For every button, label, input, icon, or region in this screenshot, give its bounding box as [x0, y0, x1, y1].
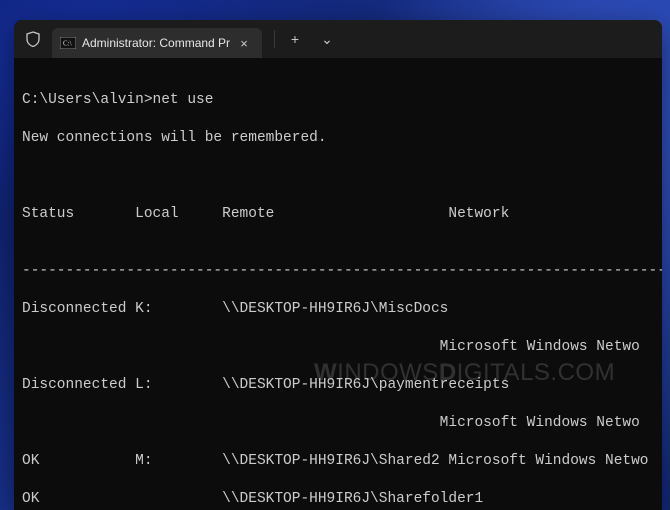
tab-actions: + ⌄ — [272, 25, 341, 53]
command: net use — [153, 92, 214, 108]
output-line: New connections will be remembered. — [18, 129, 662, 148]
tab-dropdown-button[interactable]: ⌄ — [313, 25, 341, 53]
tab-title: Administrator: Command Pro — [82, 36, 230, 50]
terminal-output[interactable]: C:\Users\alvin>net use New connections w… — [14, 58, 662, 510]
table-row: Disconnected K: \\DESKTOP-HH9IR6J\MiscDo… — [18, 300, 662, 319]
table-row: Disconnected L: \\DESKTOP-HH9IR6J\paymen… — [18, 376, 662, 395]
titlebar: C:\ Administrator: Command Pro × + ⌄ — [14, 20, 662, 58]
table-header: Status Local Remote Network — [18, 205, 662, 224]
table-row: Microsoft Windows Netwo — [18, 338, 662, 357]
prompt-line: C:\Users\alvin>net use — [18, 91, 662, 110]
svg-text:C:\: C:\ — [63, 40, 72, 48]
terminal-window: C:\ Administrator: Command Pro × + ⌄ C:\… — [14, 20, 662, 510]
table-row: OK M: \\DESKTOP-HH9IR6J\Shared2 Microsof… — [18, 452, 662, 471]
table-row: Microsoft Windows Netwo — [18, 414, 662, 433]
prompt: C:\Users\alvin> — [22, 92, 153, 108]
table-divider: ----------------------------------------… — [18, 262, 662, 281]
new-tab-button[interactable]: + — [281, 25, 309, 53]
table-row: OK \\DESKTOP-HH9IR6J\Sharefolder1 — [18, 490, 662, 509]
cmd-icon: C:\ — [60, 35, 76, 51]
close-icon[interactable]: × — [236, 35, 252, 51]
tab-administrator-cmd[interactable]: C:\ Administrator: Command Pro × — [52, 28, 262, 58]
tab-separator — [274, 30, 275, 48]
shield-icon — [24, 30, 42, 48]
